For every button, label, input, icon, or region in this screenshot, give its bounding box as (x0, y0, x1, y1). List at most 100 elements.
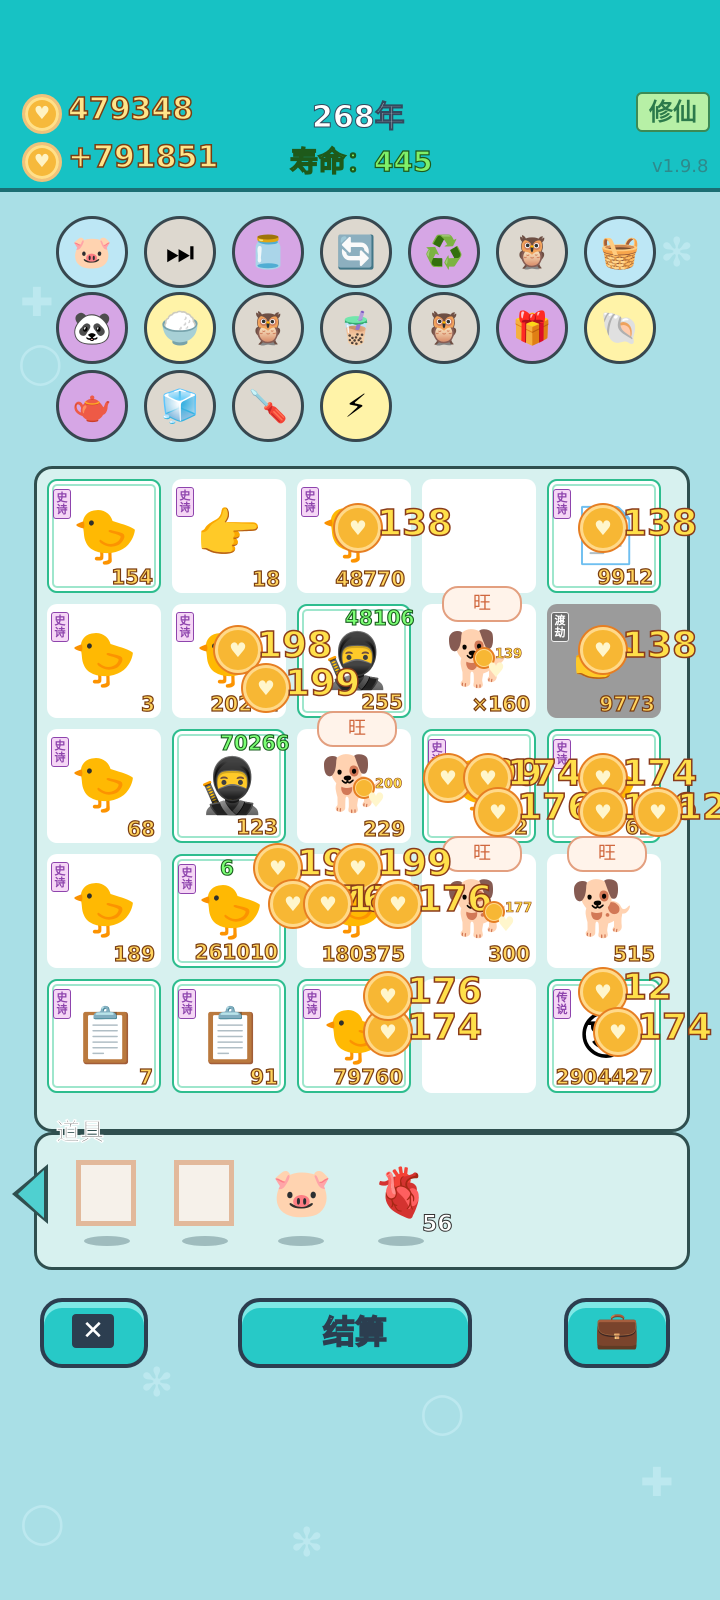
remove-button[interactable]: ✕ (40, 1298, 148, 1368)
bonus-value: 6 (219, 855, 234, 880)
speech-bubble: 旺 (442, 586, 522, 622)
items-title: 道具 (56, 1118, 105, 1147)
bonus-value: 48106 (344, 605, 415, 630)
board-cell[interactable]: 📋 史诗 7 (47, 979, 161, 1093)
rarity-tag: 史诗 (553, 489, 571, 519)
owls-relic-icon[interactable]: 🦉 (408, 292, 480, 364)
cell-value: 261010 (194, 939, 279, 964)
rice-bowl-relic-icon[interactable]: 🍚 (144, 292, 216, 364)
rarity-tag: 史诗 (303, 989, 321, 1019)
rarity-tag: 史诗 (53, 489, 71, 519)
symbol-icon: 🐕 (570, 877, 638, 940)
cell-value: 123 (236, 814, 279, 839)
rarity-tag: 渡劫 (551, 612, 569, 642)
payout-coin-icon (580, 627, 626, 673)
payout-number: 138 (621, 502, 698, 545)
owls-relic-icon[interactable]: 🦉 (232, 292, 304, 364)
payout-coin-icon (485, 903, 526, 944)
gravy-boat-relic-icon[interactable]: 🫖 (56, 370, 128, 442)
bg-gear-icon: ✻ (660, 230, 694, 276)
cell-value: 189 (113, 941, 156, 966)
shell-relic-icon[interactable]: 🐚 (584, 292, 656, 364)
piggy-bank-item-icon[interactable]: 🐷 (270, 1160, 334, 1226)
panda-relic-icon[interactable]: 🐼 (56, 292, 128, 364)
rarity-tag: 史诗 (178, 989, 196, 1019)
sugar-cubes-relic-icon[interactable]: 🧊 (144, 370, 216, 442)
coin-icon (22, 94, 62, 134)
board-cell[interactable]: 🐤 史诗 189 (47, 854, 161, 968)
rarity-tag: 史诗 (53, 989, 71, 1019)
speech-bubble: 旺 (317, 711, 397, 747)
bg-plus-icon: ✚ (640, 1460, 674, 1506)
screwdriver-relic-icon[interactable]: 🪛 (232, 370, 304, 442)
payout-coin-icon (335, 505, 381, 551)
bg-plus-icon: ✚ (20, 280, 54, 326)
payout-coin-icon (375, 881, 421, 927)
bg-ring-icon: ◯ (18, 340, 63, 386)
payout-coin-icon (355, 779, 396, 820)
cell-value: 154 (111, 564, 154, 589)
coin-total: 479348 (67, 91, 194, 128)
payout-number: 198 (256, 624, 333, 667)
year-counter: 268年 (312, 100, 406, 136)
rarity-tag: 史诗 (178, 864, 196, 894)
payout-coin-icon (215, 627, 261, 673)
payout-coin-icon (580, 505, 626, 551)
refresh-arrows-relic-icon[interactable]: 🔄 (320, 216, 392, 288)
cell-value: 515 (613, 941, 656, 966)
board-cell[interactable]: 🐤 史诗 3 (47, 604, 161, 718)
pink-box-relic-icon[interactable]: 🎁 (496, 292, 568, 364)
bonus-value: 70266 (219, 730, 290, 755)
payout-number: 139 (495, 647, 523, 663)
cultivation-button[interactable]: 修仙 (636, 92, 710, 132)
briefcase-icon: 💼 (594, 1310, 640, 1351)
cell-value: 91 (250, 1064, 279, 1089)
cell-value: ×160 (471, 691, 531, 716)
speech-bubble: 旺 (567, 836, 647, 872)
recycle-relic-icon[interactable]: ♻️ (408, 216, 480, 288)
skip-sign-relic-icon[interactable]: ⏭ (144, 216, 216, 288)
board-cell[interactable]: 🐤 史诗 68 (47, 729, 161, 843)
item-shadow (378, 1236, 424, 1246)
piggy-bank-relic-icon[interactable]: 🐷 (56, 216, 128, 288)
cell-value: 79760 (333, 1064, 404, 1089)
payout-number: 176 (416, 878, 493, 921)
cell-value: 180375 (321, 941, 406, 966)
bg-ring-icon: ◯ (20, 1500, 65, 1546)
items-scroll-left-button[interactable] (12, 1164, 48, 1224)
lightning-relic-icon[interactable]: ⚡ (320, 370, 392, 442)
cell-value: 9912 (597, 564, 654, 589)
symbol-icon: 🥷 (197, 754, 265, 817)
version-label: v1.9.8 (652, 156, 709, 177)
payout-coin-icon (580, 789, 626, 835)
item-shadow (84, 1236, 130, 1246)
board-cell[interactable]: 📋 史诗 91 (172, 979, 286, 1093)
payout-number: 199 (376, 842, 453, 885)
board-cell[interactable]: 🐤 史诗 154 (47, 479, 161, 593)
payout-number: 12 (621, 966, 673, 1009)
payout-coin-icon (635, 789, 681, 835)
bg-gear-icon: ✻ (290, 1520, 324, 1566)
empty-frame-icon[interactable] (174, 1160, 234, 1226)
board-cell[interactable]: 👉 史诗 18 (172, 479, 286, 593)
payout-coin-icon (595, 1009, 641, 1055)
bubble-tea-relic-icon[interactable]: 🧋 (320, 292, 392, 364)
payout-number: 138 (376, 502, 453, 545)
owls-relic-icon[interactable]: 🦉 (496, 216, 568, 288)
rarity-tag: 史诗 (51, 612, 69, 642)
payout-coin-icon (475, 649, 516, 690)
slot-board: 🐤史诗154👉史诗18🐤史诗48770📄史诗9912🐤史诗3🐤史诗20244🥷4… (34, 466, 720, 1132)
payout-coin-icon (365, 973, 411, 1019)
payout-number: 199 (284, 662, 361, 705)
remove-x-icon: ✕ (72, 1314, 114, 1348)
jar-relic-icon[interactable]: 🫙 (232, 216, 304, 288)
board-cell[interactable]: 🥷 70266 123 (172, 729, 290, 843)
inventory-button[interactable]: 💼 (564, 1298, 670, 1368)
board-cell[interactable]: 🐕 旺 515 (547, 836, 661, 968)
rarity-tag: 传说 (553, 989, 571, 1019)
payout-number: 174 (406, 1006, 483, 1049)
settle-button[interactable]: 结算 (238, 1298, 472, 1368)
empty-frame-icon[interactable] (76, 1160, 136, 1226)
fruit-basket-relic-icon[interactable]: 🧺 (584, 216, 656, 288)
payout-coin-icon (305, 881, 351, 927)
